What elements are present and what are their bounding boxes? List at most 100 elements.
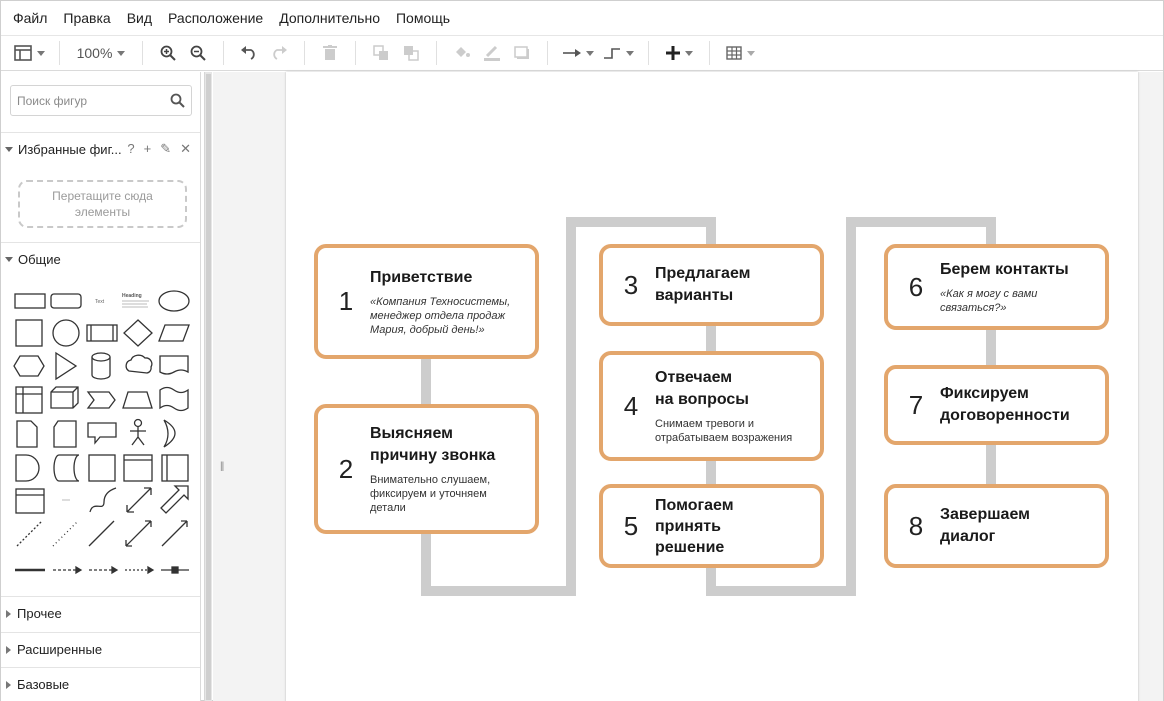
connection-style-button[interactable] (558, 39, 598, 67)
step-1-box[interactable]: 1 Приветствие «Компания Техносистемы, мен… (314, 244, 539, 359)
bring-front-icon (373, 45, 388, 60)
scrollbar-thumb[interactable] (206, 74, 211, 700)
menu-view[interactable]: Вид (119, 1, 160, 35)
step-8-box[interactable]: 8 Завершаем диалог (884, 484, 1109, 568)
ellipse-shape (158, 290, 190, 312)
line-color-button[interactable] (477, 39, 507, 67)
sidebar-scrollbar[interactable] (204, 72, 212, 701)
step-4-box[interactable]: 4 Отвечаем на вопросы Снимаем тревоги и о… (599, 351, 824, 461)
pencil-icon (484, 45, 500, 61)
step-title: Приветствие (370, 268, 473, 286)
step-shape (86, 391, 116, 409)
favorites-actions: ? + ✎ ✕ (127, 142, 191, 156)
step-number: 5 (623, 510, 639, 541)
flow-connector (566, 217, 576, 596)
zoom-in-button[interactable] (153, 39, 183, 67)
advanced-section-header[interactable]: Расширенные (1, 632, 200, 666)
trash-icon (323, 45, 337, 60)
step-2-box[interactable]: 2 Выясняем причину звонка Внимательно слу… (314, 404, 539, 534)
flow-connector (846, 217, 996, 227)
curve-shape (89, 487, 117, 513)
rounded-rectangle-shape (50, 293, 82, 309)
flow-connector (846, 217, 856, 596)
table-shape (15, 386, 43, 414)
directional-connector-shape (161, 520, 188, 547)
step-5-box[interactable]: 5 Помогаем принять решение (599, 484, 824, 568)
redo-icon (273, 46, 287, 60)
step-number: 8 (908, 510, 924, 541)
advanced-section-title: Расширенные (17, 642, 103, 657)
favorites-dropzone[interactable]: Перетащите сюда элементы (18, 180, 187, 228)
flow-connector (566, 217, 716, 227)
zoom-in-icon (160, 45, 176, 61)
insert-button[interactable] (659, 39, 699, 67)
step-description: Снимаем тревоги и отрабатываем возражени… (655, 418, 793, 444)
favorites-section-header[interactable]: Избранные фиг... ? + ✎ ✕ (1, 132, 200, 166)
basic-section-title: Базовые (17, 677, 70, 692)
other-section-header[interactable]: Прочее (1, 596, 200, 630)
swimlane-shape (161, 454, 189, 482)
search-icon[interactable] (170, 93, 185, 108)
chevron-down-icon (625, 50, 634, 56)
toolbar-divider (709, 41, 710, 65)
toolbar-divider (436, 41, 437, 65)
or-shape (163, 419, 176, 448)
add-icon[interactable]: + (144, 142, 152, 156)
menu-file[interactable]: Файл (5, 1, 55, 35)
edit-icon[interactable]: ✎ (160, 142, 171, 156)
cylinder-top-shape (91, 352, 111, 362)
menu-arrange[interactable]: Расположение (160, 1, 271, 35)
data-storage-shape (53, 454, 80, 482)
zoom-value: 100% (76, 45, 113, 61)
step-number: 6 (908, 271, 924, 302)
table-icon (725, 46, 742, 60)
table-button[interactable] (720, 39, 760, 67)
menu-bar: Файл Правка Вид Расположение Дополнитель… (1, 1, 1163, 35)
shadow-button[interactable] (507, 39, 537, 67)
text-shape: Text (95, 299, 105, 305)
close-icon[interactable]: ✕ (180, 142, 191, 156)
shape-search-input[interactable] (11, 86, 161, 115)
general-section-header[interactable]: Общие (1, 242, 200, 276)
favorites-title: Избранные фиг... (18, 142, 122, 157)
list-shape (15, 488, 45, 514)
waypoints-button[interactable] (598, 39, 638, 67)
toolbar-divider (142, 41, 143, 65)
step-title: Отвечаем на вопросы (655, 369, 749, 408)
collapsed-icon (6, 609, 11, 618)
delay-shape (15, 454, 40, 482)
rectangle-shape (14, 293, 46, 309)
layout-panels-icon (13, 45, 32, 61)
step-title: Выясняем причину звонка (370, 425, 496, 464)
chevron-down-icon (684, 50, 693, 56)
sidebar-resize-handle[interactable]: || (220, 461, 224, 472)
menu-extras[interactable]: Дополнительно (271, 1, 388, 35)
expand-icon (5, 147, 13, 152)
redo-button[interactable] (264, 39, 294, 67)
step-7-box[interactable]: 7 Фиксируем договоренности (884, 365, 1109, 445)
step-description: «Как я могу с вами связаться?» (940, 288, 1038, 314)
step-description: Внимательно слушаем, фиксируем и уточняе… (370, 474, 491, 514)
zoom-select[interactable]: 100% (70, 39, 132, 67)
step-3-box[interactable]: 3 Предлагаем варианты (599, 244, 824, 326)
line-shape (88, 520, 115, 547)
bidirectional-connector-shape (125, 520, 152, 547)
to-back-button[interactable] (396, 39, 426, 67)
step-6-box[interactable]: 6 Берем контакты «Как я могу с вами связа… (884, 244, 1109, 330)
fill-color-button[interactable] (447, 39, 477, 67)
menu-edit[interactable]: Правка (55, 1, 118, 35)
delete-button[interactable] (315, 39, 345, 67)
basic-section-header[interactable]: Базовые (1, 667, 200, 701)
to-front-button[interactable] (366, 39, 396, 67)
step-title: Завершаем диалог (940, 506, 1030, 545)
toolbar: 100% (1, 35, 1163, 71)
dashed-line-shape (16, 520, 43, 547)
panels-toggle-button[interactable] (9, 39, 49, 67)
undo-button[interactable] (234, 39, 264, 67)
step-title: Фиксируем договоренности (940, 385, 1070, 424)
cloud-shape (125, 354, 153, 374)
zoom-out-button[interactable] (183, 39, 213, 67)
help-icon[interactable]: ? (127, 142, 134, 156)
menu-help[interactable]: Помощь (388, 1, 458, 35)
expand-icon (5, 257, 13, 262)
